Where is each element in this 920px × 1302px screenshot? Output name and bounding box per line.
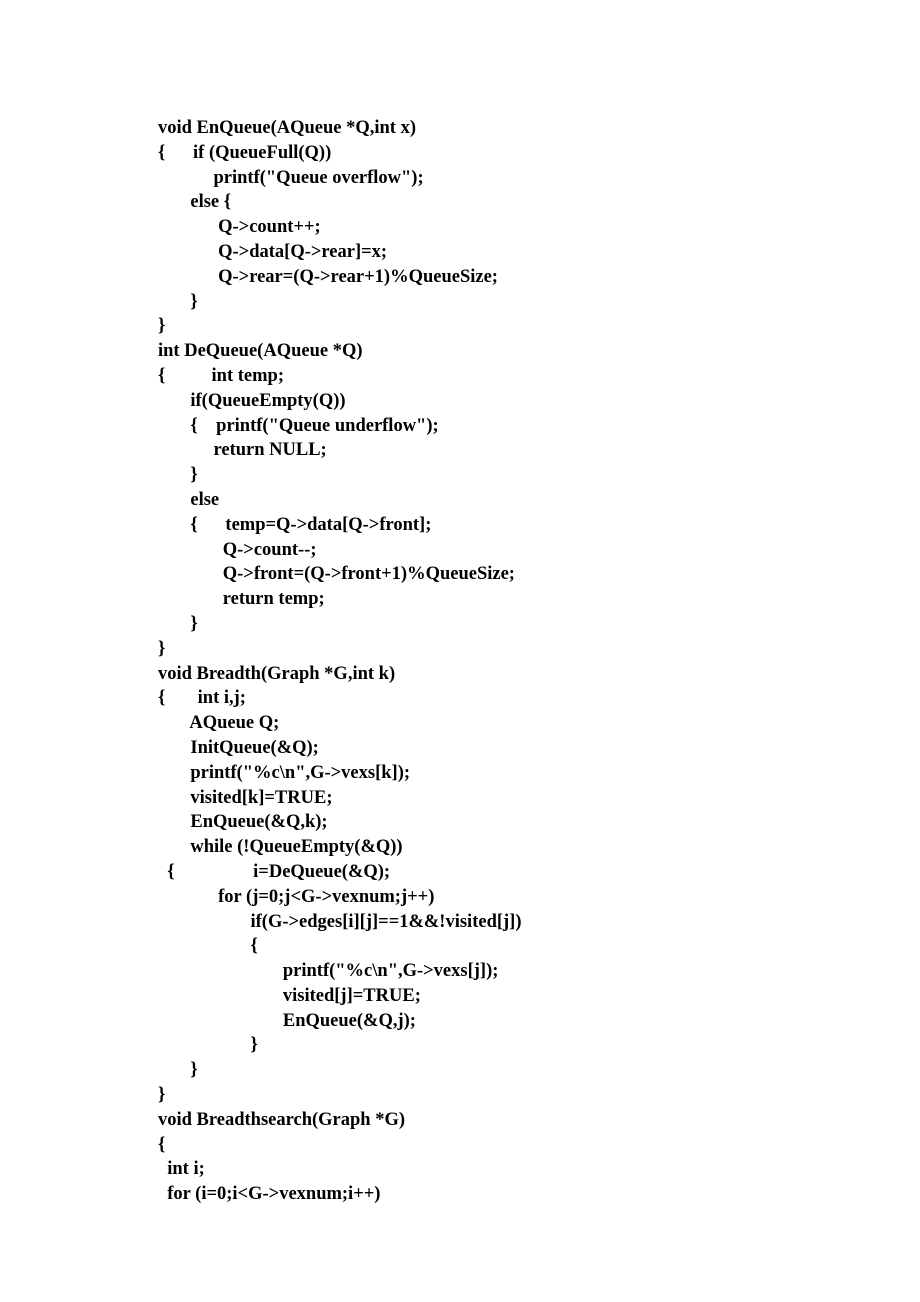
code-line: if(G->edges[i][j]==1&&!visited[j]) (158, 910, 758, 935)
code-line: } (158, 1033, 758, 1058)
code-line: { if (QueueFull(Q)) (158, 141, 758, 166)
code-line: { temp=Q->data[Q->front]; (158, 513, 758, 538)
code-line: { printf("Queue underflow"); (158, 414, 758, 439)
code-line: Q->data[Q->rear]=x; (158, 240, 758, 265)
code-line: while (!QueueEmpty(&Q)) (158, 835, 758, 860)
code-line: } (158, 1083, 758, 1108)
code-line: } (158, 1058, 758, 1083)
code-line: { int temp; (158, 364, 758, 389)
code-line: Q->front=(Q->front+1)%QueueSize; (158, 562, 758, 587)
code-line: else (158, 488, 758, 513)
code-line: return temp; (158, 587, 758, 612)
code-block: void EnQueue(AQueue *Q,int x){ if (Queue… (158, 116, 758, 1207)
code-line: { (158, 1133, 758, 1158)
code-line: Q->count--; (158, 538, 758, 563)
code-line: return NULL; (158, 438, 758, 463)
code-line: visited[j]=TRUE; (158, 984, 758, 1009)
code-line: } (158, 612, 758, 637)
code-line: for (j=0;j<G->vexnum;j++) (158, 885, 758, 910)
code-line: visited[k]=TRUE; (158, 786, 758, 811)
code-line: printf("Queue overflow"); (158, 166, 758, 191)
code-line: int DeQueue(AQueue *Q) (158, 339, 758, 364)
code-line: Q->count++; (158, 215, 758, 240)
code-line: } (158, 463, 758, 488)
code-line: void Breadthsearch(Graph *G) (158, 1108, 758, 1133)
code-line: printf("%c\n",G->vexs[k]); (158, 761, 758, 786)
code-line: Q->rear=(Q->rear+1)%QueueSize; (158, 265, 758, 290)
code-line: EnQueue(&Q,k); (158, 810, 758, 835)
code-line: else { (158, 190, 758, 215)
code-line: } (158, 637, 758, 662)
code-line: { (158, 934, 758, 959)
code-line: EnQueue(&Q,j); (158, 1009, 758, 1034)
code-document: void EnQueue(AQueue *Q,int x){ if (Queue… (0, 0, 758, 1207)
code-line: printf("%c\n",G->vexs[j]); (158, 959, 758, 984)
code-line: void Breadth(Graph *G,int k) (158, 662, 758, 687)
code-line: } (158, 290, 758, 315)
code-line: AQueue Q; (158, 711, 758, 736)
code-line: } (158, 314, 758, 339)
code-line: for (i=0;i<G->vexnum;i++) (158, 1182, 758, 1207)
code-line: { i=DeQueue(&Q); (158, 860, 758, 885)
code-line: InitQueue(&Q); (158, 736, 758, 761)
code-line: int i; (158, 1157, 758, 1182)
code-line: if(QueueEmpty(Q)) (158, 389, 758, 414)
code-line: void EnQueue(AQueue *Q,int x) (158, 116, 758, 141)
code-line: { int i,j; (158, 686, 758, 711)
